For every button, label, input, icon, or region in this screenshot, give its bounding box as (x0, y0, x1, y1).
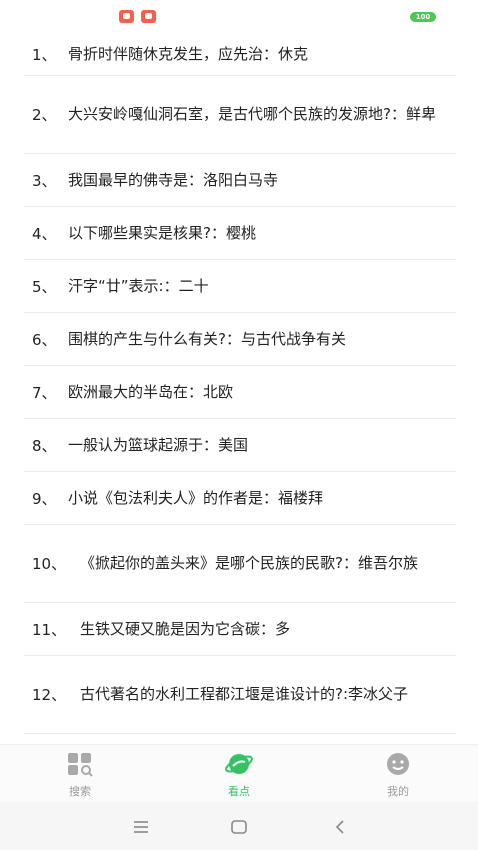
search-grid-icon (68, 753, 93, 777)
list-item[interactable]: 3、 我国最早的佛寺是：洛阳白马寺 (24, 154, 456, 207)
item-number: 7、 (32, 383, 57, 402)
user-face-icon (387, 753, 409, 775)
item-text: 汗字“廿”表示:：二十 (68, 276, 209, 295)
list-item[interactable]: 1、 骨折时伴随休克发生，应先治：休克 (24, 34, 456, 76)
item-text: 古代著名的水利工程都江堰是谁设计的?:李冰父子 (80, 685, 409, 703)
notification-icon (119, 10, 134, 23)
item-text: 欧洲最大的半岛在：北欧 (68, 382, 234, 401)
list-item[interactable]: 6、 围棋的产生与什么有关?：与古代战争有关 (24, 313, 456, 366)
item-text: 小说《包法利夫人》的作者是：福楼拜 (68, 488, 324, 507)
item-number: 9、 (32, 489, 57, 508)
item-number: 5、 (32, 277, 57, 296)
item-text: 围棋的产生与什么有关?：与古代战争有关 (68, 329, 346, 348)
menu-icon[interactable] (129, 816, 153, 838)
item-number: 12、 (32, 686, 67, 704)
list-item[interactable]: 12、 古代著名的水利工程都江堰是谁设计的?:李冰父子 (24, 656, 456, 734)
tab-watch[interactable]: 看点 (209, 751, 269, 799)
tab-search[interactable]: 搜索 (50, 751, 110, 799)
item-number: 3、 (32, 171, 57, 190)
notification-icon (141, 10, 156, 23)
item-number: 11、 (32, 620, 67, 639)
list-item[interactable]: 11、 生铁又硬又脆是因为它含碳：多 (24, 603, 456, 656)
tab-watch-label: 看点 (228, 785, 250, 798)
planet-icon (225, 754, 253, 774)
item-text: 我国最早的佛寺是：洛阳白马寺 (68, 170, 279, 189)
list-item[interactable]: 5、 汗字“廿”表示:：二十 (24, 260, 456, 313)
question-list: 1、 骨折时伴随休克发生，应先治：休克 2、 大兴安岭嘎仙洞石室，是古代哪个民族… (24, 34, 456, 734)
battery-icon: 100 (410, 12, 436, 22)
list-item[interactable]: 4、 以下哪些果实是核果?：樱桃 (24, 207, 456, 260)
item-number: 1、 (32, 46, 57, 64)
list-item[interactable]: 2、 大兴安岭嘎仙洞石室，是古代哪个民族的发源地?：鲜卑 (24, 76, 456, 154)
tab-mine[interactable]: 我的 (368, 751, 428, 799)
item-number: 6、 (32, 330, 57, 349)
list-item[interactable]: 9、 小说《包法利夫人》的作者是：福楼拜 (24, 472, 456, 525)
item-text: 《掀起你的盖头来》是哪个民族的民歌?：维吾尔族 (80, 554, 418, 572)
item-text: 生铁又硬又脆是因为它含碳：多 (80, 619, 291, 638)
home-icon[interactable] (227, 816, 251, 838)
item-number: 8、 (32, 436, 57, 455)
item-text: 大兴安岭嘎仙洞石室，是古代哪个民族的发源地?：鲜卑 (68, 105, 436, 123)
tab-mine-label: 我的 (387, 785, 409, 798)
item-number: 2、 (32, 106, 57, 124)
bottom-tab-bar: 搜索 看点 我的 (0, 744, 478, 803)
item-text: 一般认为篮球起源于：美国 (68, 435, 249, 454)
tab-search-label: 搜索 (69, 785, 91, 798)
system-nav-bar (0, 802, 478, 850)
status-bar: 100 (0, 0, 478, 34)
list-item[interactable]: 10、 《掀起你的盖头来》是哪个民族的民歌?：维吾尔族 (24, 525, 456, 603)
item-text: 以下哪些果实是核果?：樱桃 (68, 223, 256, 242)
item-text: 骨折时伴随休克发生，应先治：休克 (68, 45, 309, 63)
list-item[interactable]: 7、 欧洲最大的半岛在：北欧 (24, 366, 456, 419)
item-number: 10、 (32, 555, 67, 573)
list-item[interactable]: 8、 一般认为篮球起源于：美国 (24, 419, 456, 472)
back-icon[interactable] (328, 816, 352, 838)
item-number: 4、 (32, 224, 57, 243)
